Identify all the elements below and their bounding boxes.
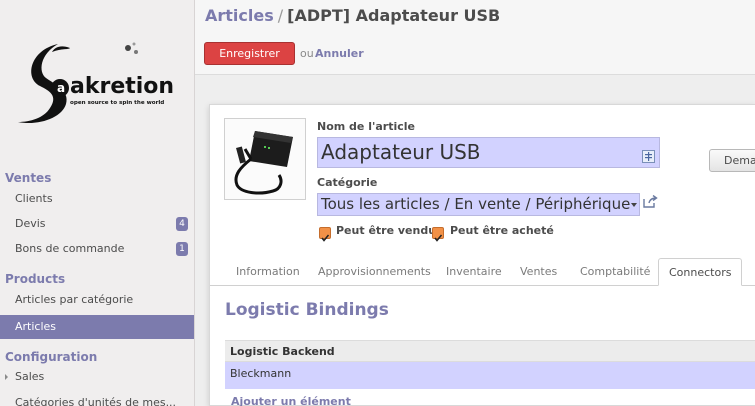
sidebar-item-sales[interactable]: Sales <box>0 365 194 389</box>
sidebar-item-label: Clients <box>15 192 53 205</box>
can-be-purchased-checkbox[interactable] <box>432 227 444 242</box>
sidebar-item-label: Bons de commande <box>15 242 125 255</box>
expand-triangle-icon[interactable] <box>5 374 8 380</box>
sidebar-item-label: Articles par catégorie <box>15 293 134 306</box>
sidebar-item-clients[interactable]: Clients <box>0 187 194 211</box>
name-value: Adaptateur USB <box>321 140 481 164</box>
sidebar-item-articles-par-categorie[interactable]: Articles par catégorie <box>0 288 194 312</box>
breadcrumb: Articles / [ADPT] Adaptateur USB <box>205 6 500 25</box>
tab-connectors[interactable]: Connectors <box>658 258 743 286</box>
usb-adapter-image-icon <box>234 131 293 195</box>
category-value: Tous les articles / En vente / Périphéri… <box>321 195 631 213</box>
category-select[interactable]: Tous les articles / En vente / Périphéri… <box>317 193 640 216</box>
company-logo[interactable]: a akretion open source to spin the world <box>10 38 185 128</box>
sidebar-item-categories-unites[interactable]: Catégories d'unités de mes... <box>0 391 194 406</box>
can-be-sold-label: Peut être vendu <box>336 224 437 237</box>
tab-information[interactable]: Information <box>236 258 300 285</box>
breadcrumb-separator: / <box>277 6 284 25</box>
can-be-purchased-label: Peut être acheté <box>450 224 554 237</box>
section-products: Products <box>5 272 66 286</box>
breadcrumb-current: [ADPT] Adaptateur USB <box>287 6 501 25</box>
count-badge: 1 <box>176 242 188 256</box>
add-item-link[interactable]: Ajouter un élément <box>231 395 351 406</box>
product-image[interactable] <box>224 118 306 200</box>
section-title: Logistic Bindings <box>225 300 389 320</box>
sidebar-item-label: Catégories d'unités de mes... <box>15 396 177 406</box>
tab-approvisionnements[interactable]: Approvisionnements <box>318 258 431 285</box>
count-badge: 4 <box>176 217 188 231</box>
svg-text:a: a <box>57 81 65 95</box>
or-text: ou <box>300 47 314 60</box>
cancel-link[interactable]: Annuler <box>315 47 364 60</box>
page-header: Articles / [ADPT] Adaptateur USB Enregistr… <box>195 0 755 75</box>
section-ventes: Ventes <box>5 171 52 185</box>
table-row[interactable]: Bleckmann <box>225 362 755 389</box>
can-be-sold-checkbox[interactable] <box>319 227 331 242</box>
sidebar-item-bons-de-commande[interactable]: Bons de commande 1 <box>0 237 194 261</box>
sidebar: a akretion open source to spin the world… <box>0 0 195 406</box>
translate-icon[interactable] <box>642 142 655 167</box>
name-input[interactable]: Adaptateur USB <box>317 137 660 168</box>
tab-comptabilite[interactable]: Comptabilité <box>580 258 650 285</box>
tab-inventaire[interactable]: Inventaire <box>446 258 502 285</box>
sidebar-item-articles[interactable]: Articles <box>0 315 194 339</box>
sidebar-item-label: Articles <box>15 320 57 333</box>
sidebar-item-label: Devis <box>15 217 46 230</box>
save-button[interactable]: Enregistrer <box>204 42 295 65</box>
breadcrumb-parent-link[interactable]: Articles <box>205 6 274 25</box>
sidebar-item-label: Sales <box>15 370 45 383</box>
external-link-icon[interactable] <box>643 193 658 212</box>
section-configuration: Configuration <box>5 350 98 364</box>
category-label: Catégorie <box>317 176 378 189</box>
logo-tagline: open source to spin the world <box>70 100 164 106</box>
logo-text: akretion <box>70 74 174 99</box>
chevron-down-icon[interactable] <box>631 203 637 207</box>
name-label: Nom de l'article <box>317 120 415 133</box>
table-header[interactable]: Logistic Backend <box>225 340 755 362</box>
tab-ventes[interactable]: Ventes <box>520 258 557 285</box>
checkmark-icon <box>321 234 330 242</box>
checkmark-icon <box>434 234 443 242</box>
sidebar-item-devis[interactable]: Devis 4 <box>0 212 194 236</box>
request-button[interactable]: Demander <box>709 149 755 172</box>
